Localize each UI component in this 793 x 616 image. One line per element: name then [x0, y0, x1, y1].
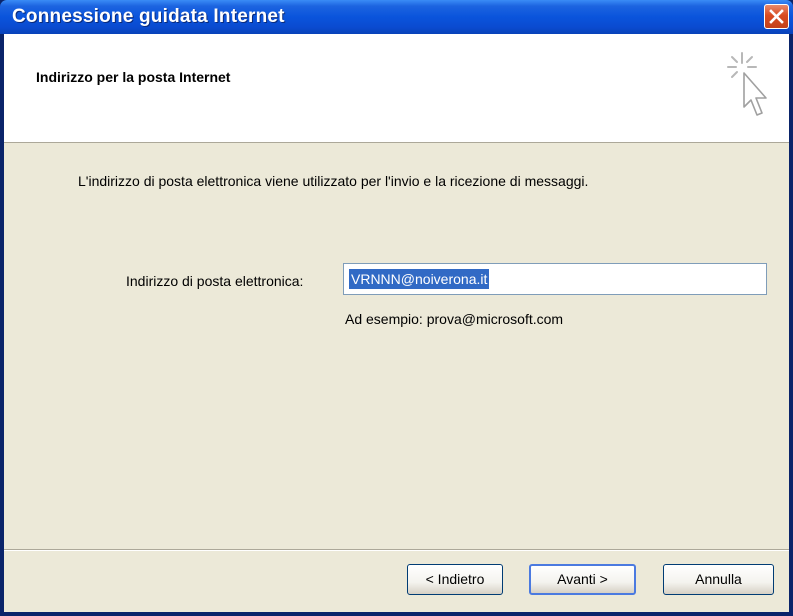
cancel-button[interactable]: Annulla	[663, 564, 774, 595]
dialog-client-area: Indirizzo per la posta Internet L'indiri…	[4, 34, 789, 612]
back-button[interactable]: < Indietro	[407, 564, 503, 595]
email-field[interactable]: VRNNN@noiverona.it	[343, 263, 767, 295]
footer-divider	[4, 549, 789, 551]
wizard-window: Connessione guidata Internet Indirizzo p…	[0, 0, 793, 616]
next-button[interactable]: Avanti >	[529, 564, 636, 595]
window-title: Connessione guidata Internet	[12, 6, 285, 27]
description-text: L'indirizzo di posta elettronica viene u…	[78, 173, 589, 189]
page-title: Indirizzo per la posta Internet	[36, 69, 231, 85]
title-bar[interactable]: Connessione guidata Internet	[0, 0, 793, 34]
close-icon	[769, 9, 784, 24]
email-field-value: VRNNN@noiverona.it	[349, 269, 490, 289]
wizard-cursor-icon	[727, 52, 767, 116]
wizard-header: Indirizzo per la posta Internet	[4, 34, 789, 143]
email-example-hint: Ad esempio: prova@microsoft.com	[345, 311, 564, 327]
email-label: Indirizzo di posta elettronica:	[126, 273, 304, 289]
close-button[interactable]	[764, 4, 789, 29]
